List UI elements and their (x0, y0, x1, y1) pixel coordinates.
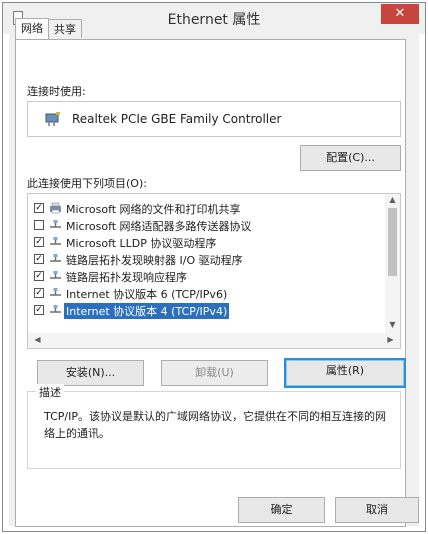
items-list[interactable]: ✓ Microsoft 网络的文件和打印机共享 Microsoft 网络适配器多路传… (27, 193, 401, 349)
protocol-icon (50, 254, 61, 262)
vertical-scrollbar[interactable]: ▲ ▼ (385, 194, 400, 333)
protocol-icon (50, 237, 61, 245)
item-checkbox[interactable]: ✓ (34, 237, 44, 247)
list-item[interactable]: ✓ Internet 协议版本 6 (TCP/IPv6) (34, 285, 380, 302)
items-label: 此连接使用下列项目(O): (27, 177, 147, 190)
adapter-field: Realtek PCIe GBE Family Controller (27, 101, 401, 137)
item-label: 链路层拓扑发现映射器 I/O 驱动程序 (66, 254, 243, 267)
list-item[interactable]: ✓ Internet 协议版本 4 (TCP/IPv4) (34, 302, 380, 319)
connect-using-label: 连接时使用: (27, 85, 86, 98)
protocol-icon (50, 220, 61, 228)
network-adapter-icon (45, 112, 60, 126)
properties-button[interactable]: 属性(R) (284, 358, 406, 388)
description-text: TCP/IP。该协议是默认的广域网络协议，它提供在不同的相互连接的网络上的通讯。 (44, 410, 386, 440)
protocol-icon (50, 305, 61, 313)
list-item[interactable]: ✓ Microsoft 网络的文件和打印机共享 (34, 200, 380, 217)
item-checkbox[interactable]: ✓ (34, 254, 44, 264)
protocol-icon (50, 288, 61, 296)
scroll-up-icon[interactable]: ▲ (385, 195, 400, 204)
item-checkbox[interactable]: ✓ (34, 305, 44, 315)
item-checkbox[interactable]: ✓ (34, 203, 44, 213)
item-label: Microsoft LLDP 协议驱动程序 (66, 237, 217, 250)
configure-button[interactable]: 配置(C)... (300, 145, 401, 171)
horizontal-scrollbar[interactable]: ◀ ▶ (28, 333, 400, 348)
close-button[interactable]: ✕ (381, 4, 419, 24)
list-item[interactable]: ✓ 链路层拓扑发现响应程序 (34, 268, 380, 285)
list-item[interactable]: ✓ 链路层拓扑发现映射器 I/O 驱动程序 (34, 251, 380, 268)
install-button[interactable]: 安装(N)... (37, 360, 144, 386)
adapter-name: Realtek PCIe GBE Family Controller (72, 112, 282, 126)
uninstall-button[interactable]: 卸载(U) (161, 360, 268, 386)
item-label: Internet 协议版本 6 (TCP/IPv6) (66, 288, 228, 301)
scroll-thumb[interactable] (388, 208, 397, 276)
scroll-left-icon[interactable]: ◀ (30, 335, 45, 344)
properties-dialog: Ethernet 属性 ✕ 网络 共享 连接时使用: Realtek PCIe … (2, 2, 426, 532)
scroll-down-icon[interactable]: ▼ (385, 320, 400, 329)
description-group: 描述 TCP/IP。该协议是默认的广域网络协议，它提供在不同的相互连接的网络上的… (27, 384, 401, 469)
item-label: 链路层拓扑发现响应程序 (66, 271, 187, 284)
item-checkbox[interactable]: ✓ (34, 288, 44, 298)
item-checkbox[interactable]: ✓ (34, 271, 44, 281)
item-checkbox[interactable] (34, 220, 44, 230)
printer-share-icon (50, 202, 61, 214)
list-item[interactable]: ✓ Microsoft LLDP 协议驱动程序 (34, 234, 380, 251)
description-title: 描述 (36, 384, 64, 400)
ok-button[interactable]: 确定 (238, 497, 325, 523)
item-label: Microsoft 网络适配器多路传送器协议 (66, 220, 252, 233)
cancel-button[interactable]: 取消 (335, 497, 419, 523)
item-label: Microsoft 网络的文件和打印机共享 (66, 203, 241, 216)
tab-sharing[interactable]: 共享 (48, 19, 82, 38)
scroll-right-icon[interactable]: ▶ (383, 335, 398, 344)
tab-network[interactable]: 网络 (15, 18, 49, 39)
item-label: Internet 协议版本 4 (TCP/IPv4) (64, 303, 230, 319)
list-item[interactable]: Microsoft 网络适配器多路传送器协议 (34, 217, 380, 234)
protocol-icon (50, 271, 61, 279)
